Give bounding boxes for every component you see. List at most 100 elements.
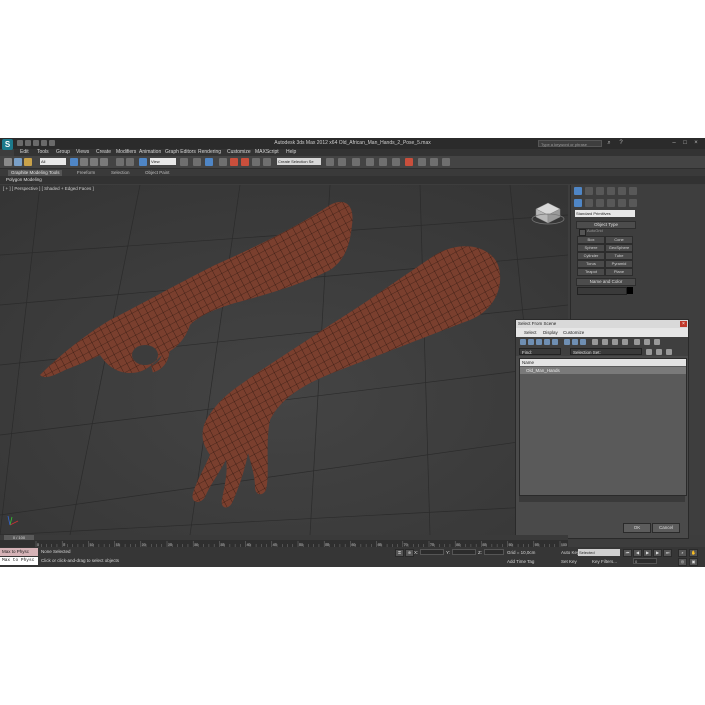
geosphere-button[interactable]: GeoSphere [605,244,633,252]
object-name-input[interactable] [577,287,627,295]
select-none-icon[interactable] [612,339,618,345]
rendered-frame-icon[interactable] [430,158,438,166]
window-crossing-icon[interactable] [100,158,108,166]
helpers-icon[interactable] [618,199,626,207]
close-icon[interactable]: × [692,139,700,147]
autogrid-checkbox[interactable] [579,229,586,236]
create-tab-icon[interactable] [574,187,582,195]
list-item[interactable]: Old_Man_Hands [520,367,686,374]
perspective-viewport[interactable]: [ + ] [ Perspective ] [ Shaded + Edged F… [0,185,568,535]
move-icon[interactable] [116,158,124,166]
menu-customize[interactable]: Customize [227,149,251,156]
modify-tab-icon[interactable] [585,187,593,195]
motion-tab-icon[interactable] [607,187,615,195]
key-mode-dropdown[interactable]: Selected [578,549,620,556]
scale-icon[interactable] [139,158,147,166]
menu-modifiers[interactable]: Modifiers [116,149,136,156]
scene-object-list[interactable]: Name Old_Man_Hands [519,358,687,496]
display-lights-icon[interactable] [536,339,542,345]
menu-views[interactable]: Views [76,149,89,156]
pivot-icon[interactable] [180,158,188,166]
geometry-icon[interactable] [574,199,582,207]
list-horizontal-scrollbar[interactable] [519,496,685,502]
go-to-end-icon[interactable]: ⏭ [663,549,672,557]
previous-frame-icon[interactable]: ◀ [633,549,642,557]
named-selection-dropdown[interactable]: Create Selection Se [277,158,321,165]
cameras-icon[interactable] [607,199,615,207]
display-cameras-icon[interactable] [544,339,550,345]
selection-set-options-icon[interactable] [666,349,672,355]
time-slider[interactable]: 0 / 100 0 5 10 15 20 25 30 35 40 45 50 55 60 65 70 75 80… [0,535,568,547]
lock-selection-icon[interactable]: ⚿ [395,549,404,557]
auto-key-label[interactable]: Auto Key [561,550,579,555]
column-header-name[interactable]: Name [520,359,686,366]
help-icon[interactable]: ? [617,139,625,147]
select-object-icon[interactable] [70,158,78,166]
keyboard-shortcut-icon[interactable] [205,158,213,166]
select-by-name-icon[interactable] [80,158,88,166]
render-setup-icon[interactable] [418,158,426,166]
torus-button[interactable]: Torus [577,260,605,268]
box-button[interactable]: Box [577,236,605,244]
unlink-icon[interactable] [24,158,32,166]
y-coordinate-field[interactable] [452,549,476,555]
link-icon[interactable] [14,158,22,166]
search-input[interactable]: Type a keyword or phrase [538,140,602,147]
display-shapes-icon[interactable] [528,339,534,345]
selection-set-dropdown[interactable]: Selection Set: [570,348,642,355]
sphere-button[interactable]: Sphere [577,244,605,252]
pan-icon[interactable]: ✋ [689,549,698,557]
dialog-menu-customize[interactable]: Customize [563,328,584,337]
mirror-icon[interactable] [326,158,334,166]
maximize-viewport-icon[interactable]: ▣ [689,558,698,566]
ok-button[interactable]: OK [623,523,651,533]
filter-options-icon[interactable] [654,339,660,345]
dialog-close-icon[interactable]: × [680,321,687,327]
undo-toolbar-icon[interactable] [4,158,12,166]
schematic-view-icon[interactable] [392,158,400,166]
menu-graph-editors[interactable]: Graph Editors [165,149,196,156]
angle-snap-icon[interactable] [230,158,238,166]
percent-snap-icon[interactable] [241,158,249,166]
align-icon[interactable] [338,158,346,166]
lights-icon[interactable] [596,199,604,207]
rotate-icon[interactable] [126,158,134,166]
display-groups-icon[interactable] [572,339,578,345]
z-coordinate-field[interactable] [484,549,504,555]
plane-button[interactable]: Plane [605,268,633,276]
select-manipulate-icon[interactable] [193,158,201,166]
display-xrefs-icon[interactable] [580,339,586,345]
display-helpers-icon[interactable] [552,339,558,345]
cancel-button[interactable]: Cancel [652,523,680,533]
polygon-modeling-label[interactable]: Polygon Modeling [6,177,42,183]
curve-editor-icon[interactable] [379,158,387,166]
layer-manager-icon[interactable] [352,158,360,166]
menu-create[interactable]: Create [96,149,111,156]
menu-maxscript[interactable]: MAXScript [255,149,279,156]
display-bones-icon[interactable] [592,339,598,345]
maximize-icon[interactable]: □ [681,139,689,147]
maxscript-listener[interactable]: Max to Physc [0,548,38,556]
display-geometry-icon[interactable] [520,339,526,345]
name-color-rollout[interactable]: Name and Color [576,278,636,286]
render-production-icon[interactable] [442,158,450,166]
selection-filter-dropdown[interactable]: All [40,158,66,165]
go-to-start-icon[interactable]: ⏮ [623,549,632,557]
select-invert-icon[interactable] [622,339,628,345]
cone-button[interactable]: Cone [605,236,633,244]
object-color-swatch[interactable] [627,287,633,294]
menu-tools[interactable]: Tools [37,149,49,156]
utilities-tab-icon[interactable] [629,187,637,195]
dialog-menu-select[interactable]: Select [524,328,537,337]
dialog-menu-display[interactable]: Display [543,328,558,337]
track-bar[interactable]: 0 5 10 15 20 25 30 35 40 45 50 55 60 65 70 75 80 85 90 95 10… [0,535,568,547]
key-filters-button[interactable]: Key Filters... [592,559,617,564]
select-all-icon[interactable] [602,339,608,345]
material-editor-icon[interactable] [405,158,413,166]
zoom-icon[interactable]: ⌕ [678,549,687,557]
menu-group[interactable]: Group [56,149,70,156]
hierarchy-tab-icon[interactable] [596,187,604,195]
menu-animation[interactable]: Animation [139,149,161,156]
edit-named-sets-icon[interactable] [263,158,271,166]
menu-help[interactable]: Help [286,149,296,156]
